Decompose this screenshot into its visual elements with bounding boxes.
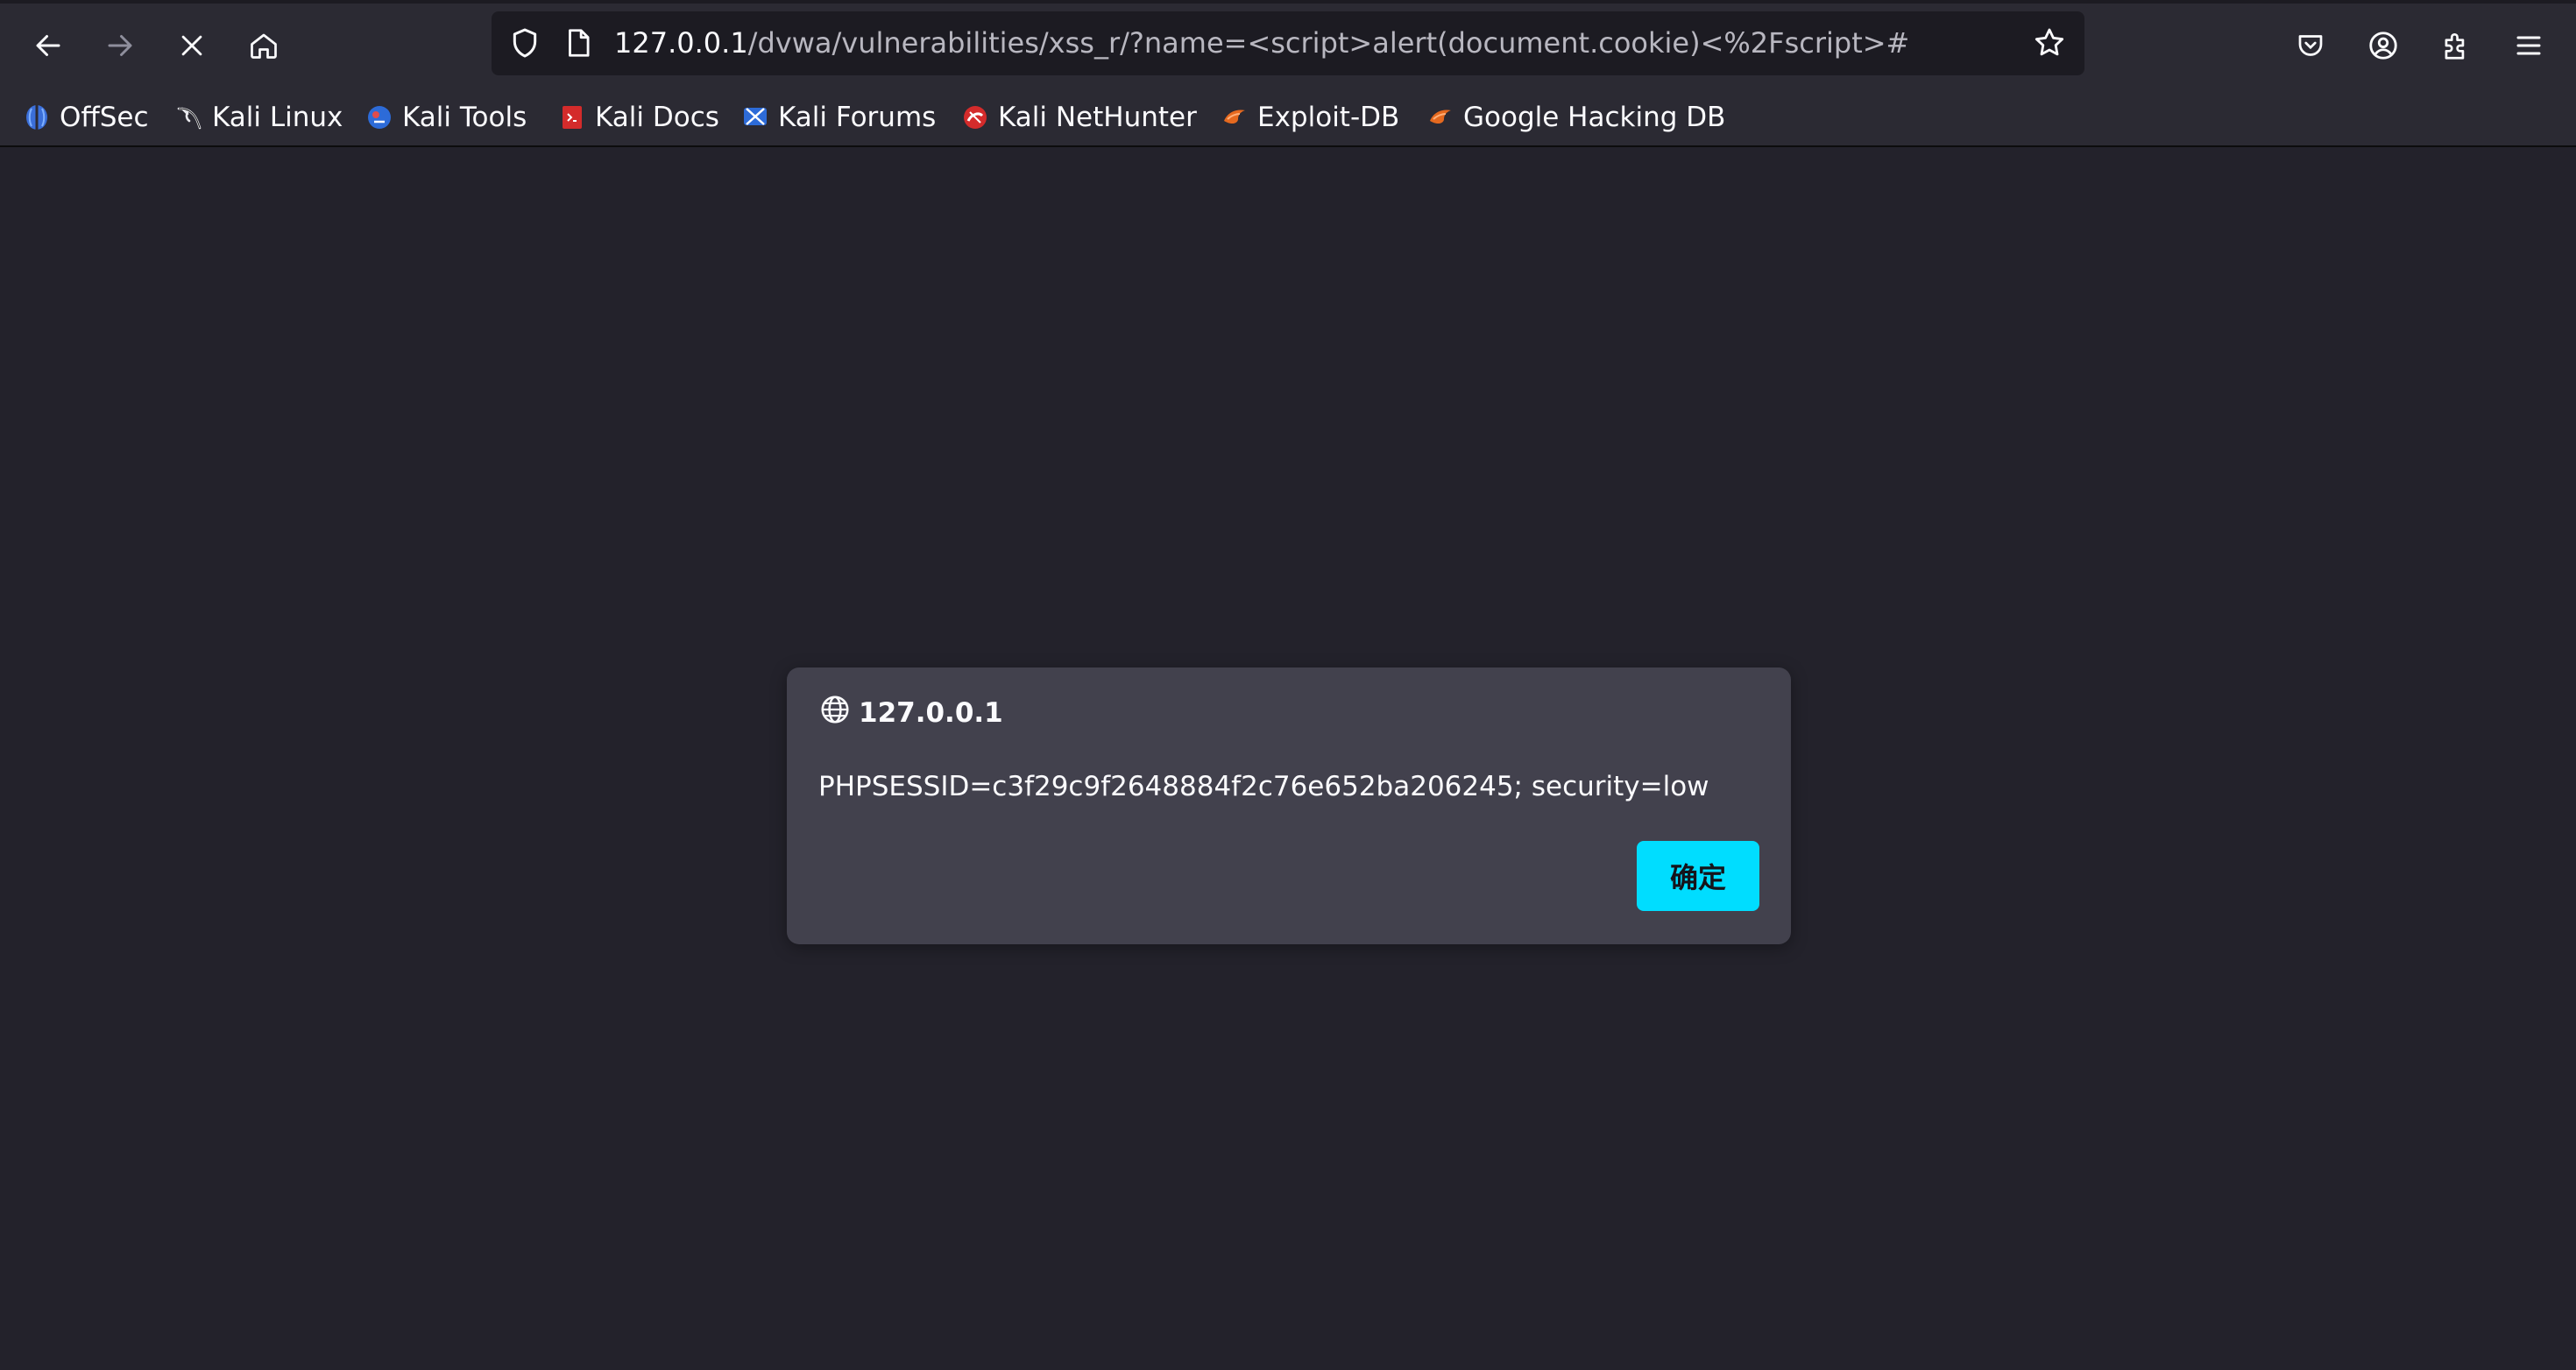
hamburger-menu-icon — [2513, 30, 2544, 61]
url-host: 127.0.0.1 — [614, 26, 748, 60]
puzzle-icon — [2439, 29, 2473, 62]
bookmark-label: Kali Forums — [778, 102, 937, 133]
arrow-left-icon — [32, 30, 64, 61]
back-button[interactable] — [22, 19, 74, 72]
pocket-button[interactable] — [2284, 19, 2337, 72]
home-button[interactable] — [237, 19, 290, 72]
kali-tools-icon — [365, 103, 393, 131]
account-button[interactable] — [2357, 19, 2410, 72]
exploit-db-icon — [1221, 103, 1249, 131]
shield-icon[interactable] — [507, 25, 542, 64]
stop-button[interactable] — [166, 19, 218, 72]
bookmark-kali-docs[interactable]: Kali Docs — [558, 89, 719, 145]
bookmark-kali-tools[interactable]: Kali Tools — [365, 89, 527, 145]
bookmark-label: Kali NetHunter — [998, 102, 1197, 133]
menu-button[interactable] — [2502, 19, 2555, 72]
alert-dialog: 127.0.0.1 PHPSESSID=c3f29c9f2648884f2c76… — [787, 667, 1791, 944]
ok-button[interactable]: 确定 — [1637, 841, 1759, 911]
arrow-right-icon — [104, 30, 136, 61]
bookmark-label: Kali Docs — [595, 102, 719, 133]
dialog-origin-text: 127.0.0.1 — [859, 697, 1003, 729]
bookmark-google-hacking-db[interactable]: Google Hacking DB — [1426, 89, 1725, 145]
bookmark-label: Kali Tools — [402, 102, 527, 133]
globe-icon — [818, 693, 859, 733]
account-icon — [2367, 29, 2400, 62]
bookmark-label: Kali Linux — [212, 102, 343, 133]
bookmark-offsec[interactable]: OffSec — [23, 89, 149, 145]
ghdb-icon — [1426, 103, 1454, 131]
bookmark-label: OffSec — [60, 102, 149, 133]
kali-docs-icon — [558, 103, 586, 131]
home-icon — [248, 30, 280, 61]
bookmark-kali-forums[interactable]: Kali Forums — [741, 89, 936, 145]
address-bar[interactable]: 127.0.0.1/dvwa/vulnerabilities/xss_r/?na… — [492, 11, 2084, 75]
bookmarks-toolbar: OffSec Kali Linux Kali Tools Kali Docs K… — [0, 89, 2576, 147]
bookmark-label: Google Hacking DB — [1463, 102, 1726, 133]
url-path: /dvwa/vulnerabilities/xss_r/?name=<scrip… — [747, 26, 1910, 60]
close-icon — [177, 31, 207, 60]
page-icon[interactable] — [562, 26, 595, 63]
star-icon[interactable] — [2032, 25, 2067, 64]
extensions-button[interactable] — [2430, 19, 2482, 72]
dialog-origin: 127.0.0.1 — [818, 696, 1003, 731]
pocket-icon — [2295, 30, 2326, 61]
offsec-icon — [23, 103, 51, 131]
forward-button[interactable] — [94, 19, 146, 72]
url-text[interactable]: 127.0.0.1/dvwa/vulnerabilities/xss_r/?na… — [614, 11, 1909, 75]
dialog-message: PHPSESSID=c3f29c9f2648884f2c76e652ba2062… — [818, 771, 1709, 802]
bookmark-kali-nethunter[interactable]: Kali NetHunter — [961, 89, 1197, 145]
kali-forums-icon — [741, 103, 769, 131]
nethunter-icon — [961, 103, 989, 131]
bookmark-exploit-db[interactable]: Exploit-DB — [1221, 89, 1399, 145]
kali-dragon-icon — [175, 103, 203, 131]
bookmark-kali-linux[interactable]: Kali Linux — [175, 89, 343, 145]
browser-toolbar: 127.0.0.1/dvwa/vulnerabilities/xss_r/?na… — [0, 0, 2576, 89]
bookmark-label: Exploit-DB — [1257, 102, 1400, 133]
